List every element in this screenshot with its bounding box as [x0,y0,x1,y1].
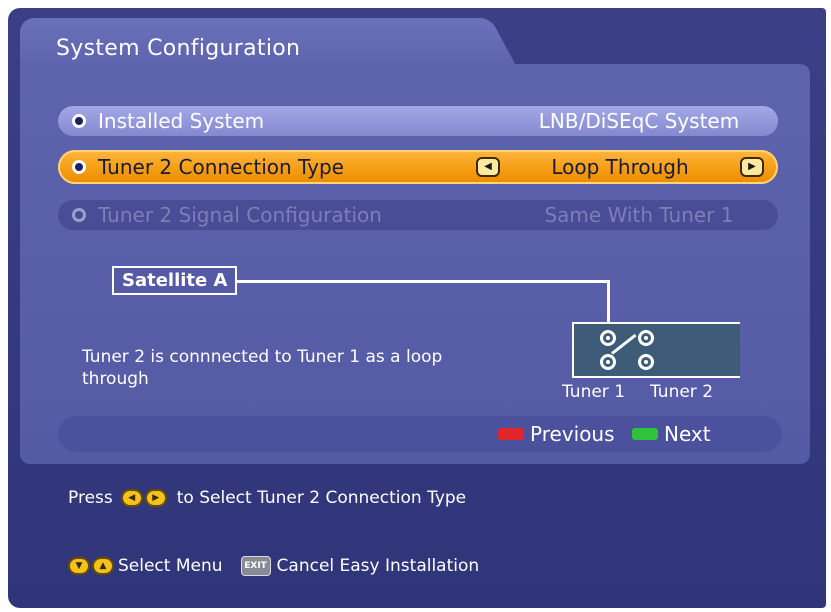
menu-row-value: Loop Through [551,155,689,179]
tuner1-label: Tuner 1 [562,382,626,402]
menu-row-tuner2-signal-configuration: Tuner 2 Signal Configuration Same With T… [58,200,778,230]
hint-press: Press [68,488,113,508]
page-title: System Configuration [56,36,301,61]
menu-row-value: LNB/DiSEqC System [538,109,740,133]
select-menu-label: Select Menu [118,556,223,576]
down-key-icon: ▼ [68,557,90,575]
right-key-icon: ▶ [144,489,167,507]
menu-row-label: Tuner 2 Signal Configuration [98,203,382,227]
tuner-connector-box [572,322,740,378]
key-hint: Press ◀ ▶ to Select Tuner 2 Connection T… [68,488,466,508]
tuner1-out-port-icon [600,354,616,370]
bullet-icon [72,160,86,174]
hint-select: to Select Tuner 2 Connection Type [176,488,467,508]
previous-button[interactable]: Previous [498,422,615,446]
cancel-label: Cancel Easy Installation [276,556,480,576]
bullet-icon [72,114,86,128]
red-key-icon [498,428,524,440]
tuner2-out-port-icon [638,354,654,370]
menu-row-tuner2-connection-type[interactable]: Tuner 2 Connection Type ◀ Loop Through ▶ [58,150,778,184]
footer-hints: ▼ ▲ Select Menu EXIT Cancel Easy Install… [68,556,479,576]
next-button[interactable]: Next [632,422,711,446]
menu-row-value: Same With Tuner 1 [544,203,734,227]
connection-description: Tuner 2 is connnected to Tuner 1 as a lo… [82,347,443,389]
tuner2-label: Tuner 2 [650,382,714,402]
bullet-icon [72,208,86,222]
next-label: Next [664,422,711,446]
left-arrow-icon[interactable]: ◀ [476,157,500,177]
menu-row-label: Installed System [98,109,265,133]
tuner2-in-port-icon [638,330,654,346]
satellite-label: Satellite A [112,266,238,295]
right-arrow-icon[interactable]: ▶ [740,157,764,177]
tuner1-in-port-icon [600,330,616,346]
green-key-icon [632,428,658,440]
menu-row-installed-system[interactable]: Installed System LNB/DiSEqC System [58,106,778,136]
previous-label: Previous [530,422,615,446]
cable-line [228,280,610,283]
up-key-icon: ▲ [92,557,114,575]
left-key-icon: ◀ [120,489,143,507]
menu-row-label: Tuner 2 Connection Type [98,155,344,179]
exit-key-icon: EXIT [240,556,271,576]
